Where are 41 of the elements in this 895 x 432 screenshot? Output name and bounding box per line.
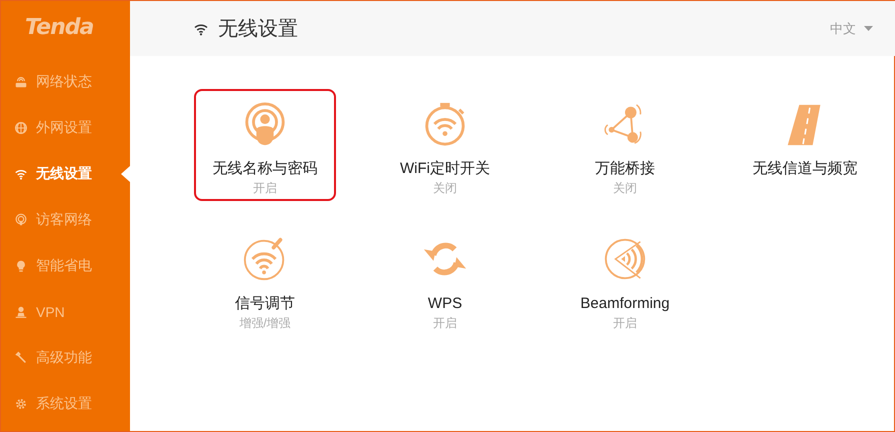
tile-status: 关闭 xyxy=(433,180,457,197)
nav-item[interactable]: 外网设置 xyxy=(1,105,130,151)
tile-label: 无线名称与密码 xyxy=(212,159,318,179)
feature-tile[interactable]: 无线名称与密码 开启 xyxy=(194,89,336,201)
language-dropdown[interactable]: 中文 xyxy=(830,18,873,40)
tile-label: 万能桥接 xyxy=(595,159,655,179)
wifi-icon xyxy=(14,167,28,181)
broadcast-icon xyxy=(14,213,28,227)
tile-label: Beamforming xyxy=(580,294,670,314)
tile-status: 关闭 xyxy=(613,180,637,197)
nav-item[interactable]: 高级功能 xyxy=(1,335,130,381)
tile-label: 信号调节 xyxy=(235,294,295,314)
nav-item[interactable]: 系统设置 xyxy=(1,381,130,427)
nav-item[interactable]: 智能省电 xyxy=(1,243,130,289)
tile-status: 开启 xyxy=(433,315,457,332)
tile-label: 无线信道与频宽 xyxy=(752,159,858,179)
tile-label: WPS xyxy=(428,294,462,314)
wrench-icon xyxy=(14,351,28,365)
page-title: 无线设置 xyxy=(218,17,298,42)
caret-icon xyxy=(864,26,873,31)
beam-icon xyxy=(602,236,648,282)
bulb-icon xyxy=(14,259,28,273)
nav-item[interactable]: 访客网络 xyxy=(1,197,130,243)
globe-icon xyxy=(14,121,28,135)
tile-label: WiFi定时开关 xyxy=(400,159,490,179)
gear-icon xyxy=(14,397,28,411)
feature-tile[interactable]: WiFi定时开关 关闭 xyxy=(374,89,516,201)
person-icon xyxy=(14,305,28,319)
feature-tile[interactable]: WPS 开启 xyxy=(374,224,516,336)
router-icon xyxy=(14,75,28,89)
feature-tile[interactable]: 无线信道与频宽 xyxy=(734,89,876,201)
nav-item[interactable]: VPN xyxy=(1,289,130,335)
nav-item[interactable]: 无线设置 xyxy=(1,151,130,197)
feature-tile[interactable]: 信号调节 增强/增强 xyxy=(194,224,336,336)
feature-tile[interactable]: Beamforming 开启 xyxy=(554,224,696,336)
tile-status: 增强/增强 xyxy=(239,315,291,332)
tile-status: 开启 xyxy=(253,180,277,197)
nav-item[interactable]: 网络状态 xyxy=(1,59,130,105)
feature-tile[interactable]: 万能桥接 关闭 xyxy=(554,89,696,201)
tile-status: 开启 xyxy=(613,315,637,332)
logo: Tenda xyxy=(24,14,94,42)
